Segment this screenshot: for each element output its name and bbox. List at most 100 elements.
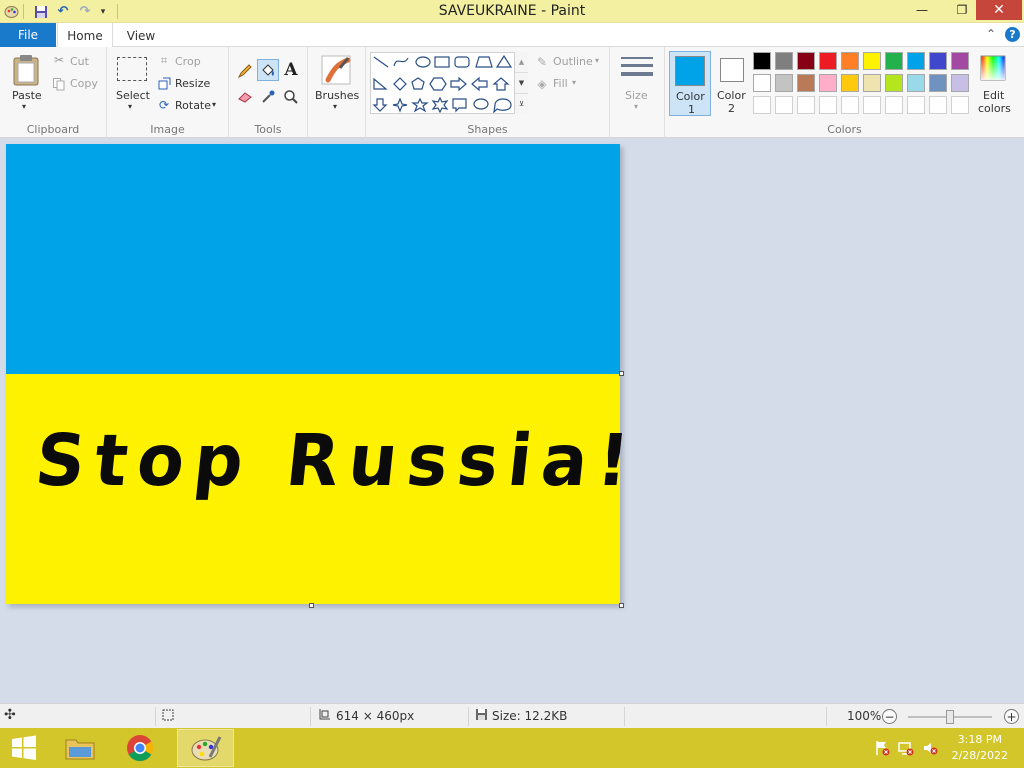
- color-picker-icon[interactable]: [257, 87, 279, 107]
- fill-bucket-icon[interactable]: [257, 59, 279, 81]
- minimize-ribbon-icon[interactable]: ⌃: [986, 27, 996, 41]
- color2-swatch[interactable]: [720, 58, 744, 82]
- tab-home[interactable]: Home: [57, 23, 113, 48]
- edit-colors-label-line2[interactable]: colors: [978, 102, 1011, 115]
- shapes-scrollbar[interactable]: ▲ ▼ ⊻: [514, 52, 528, 114]
- zoom-slider-thumb[interactable]: [946, 710, 954, 724]
- palette-swatch[interactable]: [929, 52, 947, 70]
- fill-dropdown-icon[interactable]: ▾: [572, 78, 576, 87]
- select-icon[interactable]: [117, 57, 147, 81]
- status-divider: [310, 707, 311, 726]
- brushes-dropdown-icon[interactable]: ▾: [333, 102, 337, 111]
- scroll-down-icon[interactable]: ▼: [515, 72, 528, 94]
- color2-label[interactable]: Color: [717, 89, 746, 102]
- palette-swatch[interactable]: [907, 74, 925, 92]
- edit-colors-label[interactable]: Edit: [983, 89, 1004, 102]
- paste-dropdown-icon[interactable]: ▾: [22, 102, 26, 111]
- palette-swatch[interactable]: [841, 52, 859, 70]
- palette-swatch[interactable]: [797, 52, 815, 70]
- network-icon[interactable]: [898, 740, 914, 756]
- shapes-more-icon[interactable]: ⊻: [515, 94, 528, 114]
- brushes-button[interactable]: Brushes: [315, 89, 359, 102]
- edit-colors-icon[interactable]: [979, 54, 1007, 82]
- palette-swatch[interactable]: [885, 74, 903, 92]
- palette-custom-slot[interactable]: [841, 96, 859, 114]
- minimize-button[interactable]: —: [908, 0, 936, 20]
- copy-button[interactable]: Copy: [70, 77, 98, 90]
- tab-file[interactable]: File: [0, 23, 56, 47]
- rotate-dropdown-icon[interactable]: ▾: [212, 100, 216, 109]
- palette-swatch[interactable]: [753, 74, 771, 92]
- rotate-button[interactable]: Rotate: [175, 99, 211, 112]
- fill-button[interactable]: Fill: [553, 77, 568, 90]
- file-explorer-icon[interactable]: [53, 729, 107, 767]
- outline-button[interactable]: Outline: [553, 55, 593, 68]
- palette-swatch[interactable]: [951, 52, 969, 70]
- palette-swatch[interactable]: [819, 52, 837, 70]
- paste-button[interactable]: Paste: [12, 89, 42, 102]
- palette-custom-slot[interactable]: [797, 96, 815, 114]
- brush-icon[interactable]: [319, 53, 353, 87]
- scroll-up-icon[interactable]: ▲: [515, 52, 528, 72]
- size-dropdown-icon[interactable]: ▾: [634, 102, 638, 111]
- select-dropdown-icon[interactable]: ▾: [128, 102, 132, 111]
- palette-custom-slot[interactable]: [929, 96, 947, 114]
- resize-handle-right[interactable]: [619, 371, 624, 376]
- file-size-icon: [475, 708, 488, 724]
- ribbon: Paste ▾ ✂ Cut Copy Clipboard Select ▾ ⌗ …: [0, 47, 1024, 138]
- text-tool-icon[interactable]: A: [281, 59, 301, 81]
- palette-swatch[interactable]: [929, 74, 947, 92]
- image-dimensions: 614 × 460px: [336, 709, 415, 723]
- palette-custom-slot[interactable]: [819, 96, 837, 114]
- palette-custom-slot[interactable]: [885, 96, 903, 114]
- cursor-position-icon: ✣: [4, 707, 16, 723]
- action-center-flag-icon[interactable]: [874, 740, 890, 756]
- select-button[interactable]: Select: [116, 89, 150, 102]
- help-icon[interactable]: ?: [1005, 27, 1020, 42]
- size-button[interactable]: Size: [625, 89, 648, 102]
- resize-handle-corner[interactable]: [619, 603, 624, 608]
- color1-button[interactable]: Color 1: [669, 51, 711, 116]
- palette-swatch[interactable]: [819, 74, 837, 92]
- status-divider: [624, 707, 625, 726]
- pencil-icon[interactable]: [235, 61, 255, 81]
- brushes-group: Brushes ▾: [308, 47, 366, 138]
- restore-button[interactable]: ❐: [948, 0, 976, 20]
- crop-button[interactable]: Crop: [175, 55, 201, 68]
- clipboard-group-label: Clipboard: [26, 123, 80, 136]
- magnifier-icon[interactable]: [281, 87, 301, 107]
- paint-taskbar-icon[interactable]: [177, 729, 234, 767]
- palette-custom-slot[interactable]: [775, 96, 793, 114]
- clock-date: 2/28/2022: [951, 749, 1008, 762]
- palette-swatch[interactable]: [885, 52, 903, 70]
- palette-custom-slot[interactable]: [753, 96, 771, 114]
- palette-swatch[interactable]: [863, 52, 881, 70]
- palette-custom-slot[interactable]: [907, 96, 925, 114]
- palette-swatch[interactable]: [753, 52, 771, 70]
- cut-button[interactable]: Cut: [70, 55, 89, 68]
- resize-button[interactable]: Resize: [175, 77, 210, 90]
- palette-swatch[interactable]: [775, 74, 793, 92]
- close-button[interactable]: ✕: [976, 0, 1022, 20]
- volume-muted-icon[interactable]: [922, 740, 938, 756]
- palette-custom-slot[interactable]: [863, 96, 881, 114]
- palette-swatch[interactable]: [797, 74, 815, 92]
- drawing-canvas[interactable]: Stop Russia!: [6, 144, 643, 604]
- palette-swatch[interactable]: [863, 74, 881, 92]
- palette-custom-slot[interactable]: [951, 96, 969, 114]
- zoom-out-button[interactable]: −: [882, 709, 897, 724]
- zoom-in-button[interactable]: +: [1004, 709, 1019, 724]
- palette-swatch[interactable]: [775, 52, 793, 70]
- palette-swatch[interactable]: [841, 74, 859, 92]
- resize-handle-bottom[interactable]: [309, 603, 314, 608]
- outline-dropdown-icon[interactable]: ▾: [595, 56, 599, 65]
- eraser-icon[interactable]: [235, 87, 255, 107]
- canvas-workspace[interactable]: Stop Russia!: [0, 138, 1024, 703]
- paste-icon[interactable]: [10, 53, 42, 87]
- palette-swatch[interactable]: [951, 74, 969, 92]
- taskbar-clock[interactable]: 3:18 PM 2/28/2022: [952, 732, 1008, 764]
- palette-swatch[interactable]: [907, 52, 925, 70]
- chrome-icon[interactable]: [113, 729, 167, 767]
- tab-view[interactable]: View: [116, 23, 166, 48]
- start-button[interactable]: [0, 729, 48, 767]
